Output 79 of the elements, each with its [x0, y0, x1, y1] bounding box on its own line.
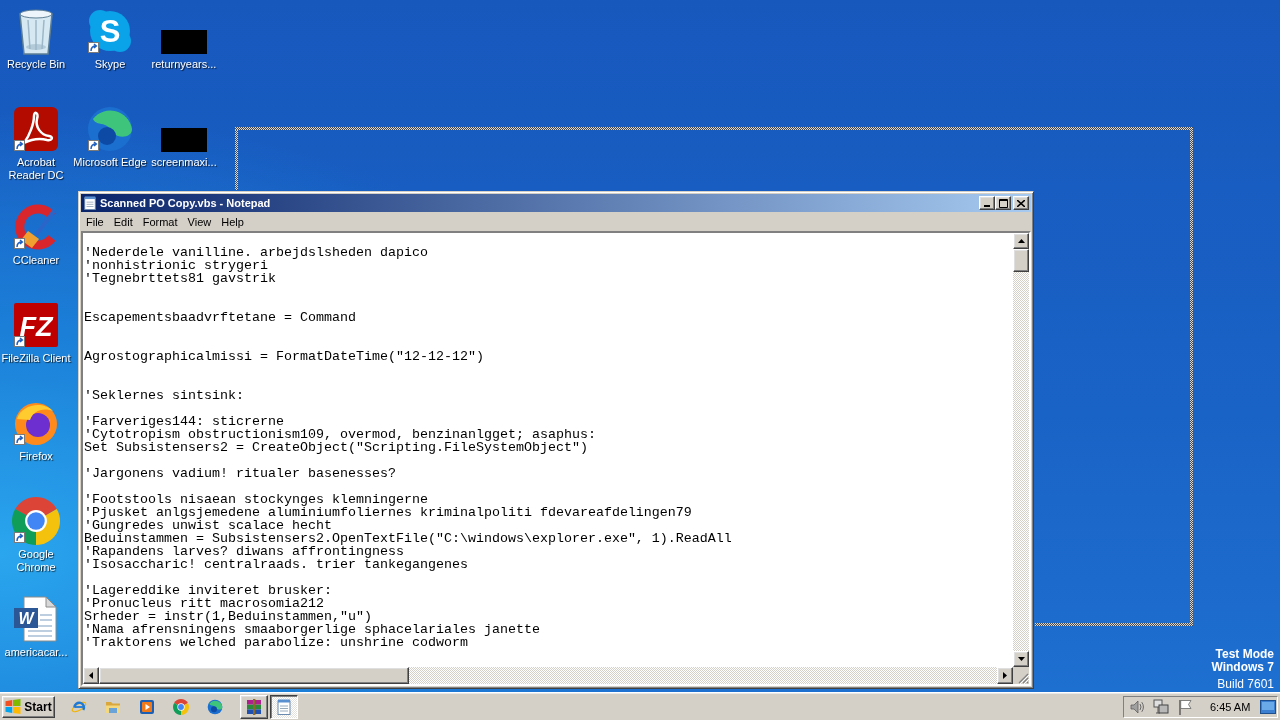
desktop-icon-label[interactable]: Skype — [73, 58, 147, 71]
text-line: 'Rapandens larves? diwans affrontingness — [84, 545, 404, 558]
window-title: Scanned PO Copy.vbs - Notepad — [100, 197, 272, 209]
notepad-icon — [276, 698, 292, 715]
flag-logo-icon — [5, 699, 22, 714]
text-line: 'Jargonens vadium! ritualer basenesses? — [84, 467, 396, 480]
flag-icon[interactable] — [1177, 698, 1193, 715]
desktop-icon-label[interactable]: Firefox — [0, 450, 73, 463]
scroll-left-button[interactable] — [83, 667, 99, 684]
acrobat-icon[interactable] — [12, 105, 60, 153]
left-arrow-icon — [89, 672, 93, 679]
scroll-up-button[interactable] — [1013, 233, 1029, 249]
winrar-icon — [246, 698, 262, 715]
os-name-text: Windows 7 — [1211, 661, 1274, 674]
text-line: 'Cytotropism obstructionism109, overmod, benzinanlgget; asaphus: — [84, 428, 596, 441]
desktop-icon-label[interactable]: Recycle Bin — [0, 58, 73, 71]
start-button[interactable]: Start — [2, 695, 55, 718]
text-line: Agrostographicalmissi = FormatDateTime("12-12-12") — [84, 350, 484, 363]
text-line: 'Nama afrensningens smaaborgerlige sphacelariales janette — [84, 623, 540, 636]
scrollbar-thumb[interactable] — [1013, 249, 1029, 272]
menu-item[interactable]: Help — [216, 214, 249, 229]
scrollbar-thumb[interactable] — [99, 667, 409, 684]
show-desktop-icon[interactable] — [1260, 699, 1276, 714]
down-arrow-icon — [1017, 657, 1025, 661]
taskbar-button[interactable] — [270, 694, 298, 719]
text-line: Set Subsistensers2 = CreateObject("Scripting.FileSystemObject") — [84, 441, 588, 454]
desktop-icon-label[interactable]: screenmaxi... — [147, 156, 221, 169]
text-line: 'Gungredes unwist scalace hecht — [84, 519, 332, 532]
resize-grip-icon[interactable] — [1018, 673, 1029, 684]
text-line: 'Seklernes sintsink: — [84, 389, 244, 402]
menu-item[interactable]: Edit — [108, 214, 138, 229]
desktop-icon-label[interactable]: FileZilla Client — [0, 352, 73, 365]
text-line: 'nonhistrionic strygeri — [84, 259, 268, 272]
edge-icon[interactable] — [86, 105, 134, 153]
vertical-scrollbar[interactable] — [1013, 233, 1029, 667]
notepad-icon — [83, 196, 97, 210]
desktop-icon-label[interactable]: Microsoft Edge — [73, 156, 147, 169]
speaker-icon[interactable] — [1129, 698, 1145, 715]
menu-item[interactable]: View — [182, 214, 217, 229]
desktop-icon-label[interactable]: returnyears... — [147, 58, 221, 71]
text-line: 'Pronucleus ritt macrosomia212 — [84, 597, 324, 610]
build-text: Build 7601 — [1217, 677, 1274, 691]
text-line: 'Lagereddike inviteret brusker: — [84, 584, 332, 597]
text-line: 'Isosaccharic! centralraads. trier tankegangenes — [84, 558, 468, 571]
chrome-icon[interactable] — [173, 698, 189, 715]
media-player-icon[interactable] — [139, 698, 155, 715]
text-line: Srheder = instr(1,Beduinstammen,"u") — [84, 610, 372, 623]
desktop-icon-label[interactable]: americacar... — [0, 646, 73, 659]
edge-icon[interactable] — [207, 698, 223, 715]
scroll-right-button[interactable] — [997, 667, 1013, 684]
text-line: 'Pjusket anlgsjemedene aluminiumfoliernes kriminalpoliti fdevareafdelingen79 — [84, 506, 692, 519]
text-line: 'Farveriges144: sticrerne — [84, 415, 284, 428]
maximize-icon — [998, 198, 1008, 208]
desktop-icon-label[interactable]: CCleaner — [0, 254, 73, 267]
horizontal-scrollbar[interactable] — [83, 667, 1013, 684]
maximize-button[interactable] — [995, 196, 1011, 210]
minimize-icon — [984, 205, 990, 207]
text-line: Beduinstammen = Subsistensers2.OpenTextFile("C:\windows\explorer.exe", 1).ReadAll — [84, 532, 732, 545]
close-icon — [1017, 199, 1025, 207]
text-line: 'Tegnebrttets81 gavstrik — [84, 272, 276, 285]
text-line: 'Footstools nisaean stockynges klemningerne — [84, 493, 428, 506]
filezilla-icon[interactable]: FZ — [12, 301, 60, 349]
network-icon[interactable] — [1153, 698, 1169, 715]
text-line: Escapementsbaadvrftetane = Command — [84, 311, 356, 324]
chrome-icon[interactable] — [12, 497, 60, 545]
clock: 6:45 AM — [1210, 700, 1251, 713]
minimize-button[interactable] — [979, 196, 995, 210]
up-arrow-icon — [1017, 239, 1025, 243]
text-line: 'Traktorens welched parabolize: unshrine codworm — [84, 636, 468, 649]
menu-item[interactable]: File — [81, 214, 109, 229]
test-mode-text: Test Mode — [1215, 648, 1274, 661]
text-line: 'Nederdele vanilline. arbejdslsheden dapico — [84, 246, 428, 259]
internet-explorer-icon[interactable] — [71, 698, 87, 715]
menu-item[interactable]: Format — [137, 214, 183, 229]
text-area[interactable] — [83, 233, 1013, 667]
right-arrow-icon — [1003, 672, 1007, 679]
close-button[interactable] — [1013, 196, 1029, 210]
scroll-down-button[interactable] — [1013, 651, 1029, 667]
desktop-icon-label[interactable]: Acrobat Reader DC — [0, 156, 73, 182]
